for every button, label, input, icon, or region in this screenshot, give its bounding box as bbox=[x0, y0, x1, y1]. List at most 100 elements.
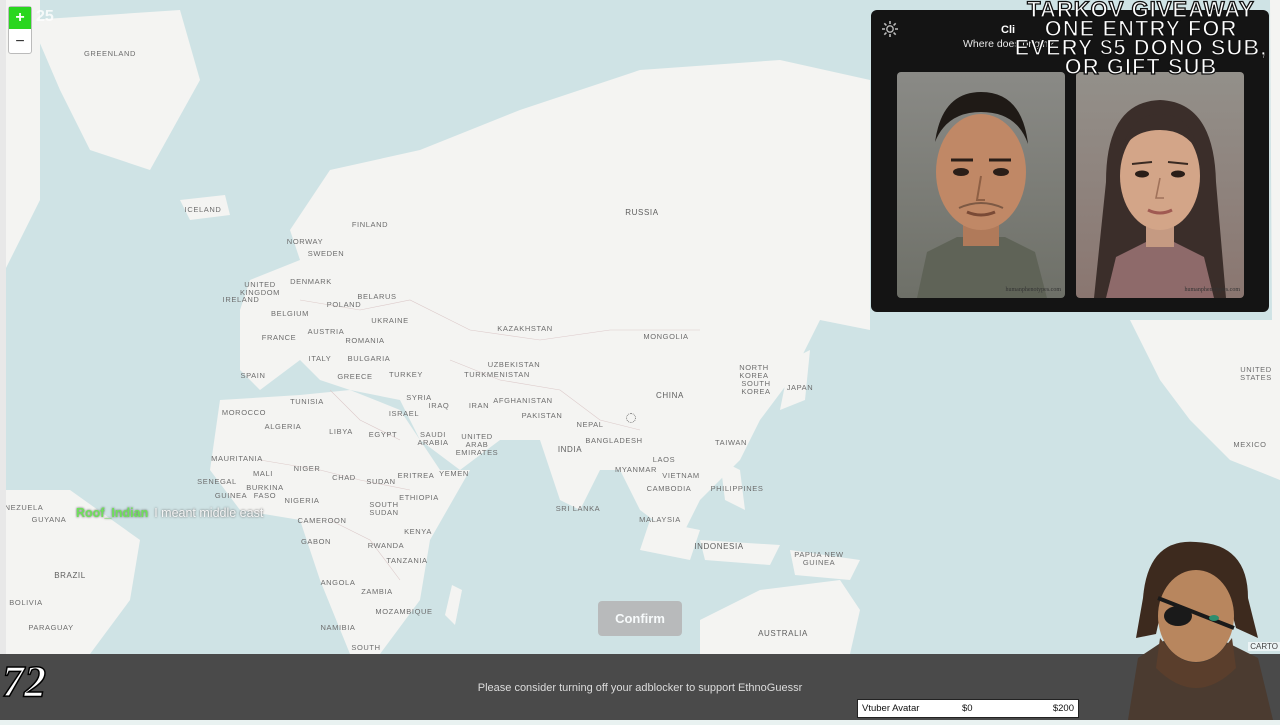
map-label: SPAIN bbox=[240, 371, 266, 380]
map-label: BELARUS bbox=[357, 292, 397, 301]
map-label: GUINEA bbox=[214, 491, 248, 500]
zoom-control: + − bbox=[8, 6, 32, 54]
map-label: AUSTRALIA bbox=[758, 629, 808, 638]
map-label: SOUTH SUDAN bbox=[369, 500, 399, 517]
map-label: SWEDEN bbox=[307, 249, 345, 258]
gear-icon[interactable] bbox=[881, 20, 899, 38]
map-label: MONGOLIA bbox=[643, 332, 689, 341]
map-label: CHINA bbox=[656, 391, 684, 400]
map-label: MALAYSIA bbox=[639, 515, 681, 524]
map-label: FRANCE bbox=[261, 333, 297, 342]
female-face-image: humanphenotypes.com bbox=[1076, 72, 1244, 298]
map-label: NORWAY bbox=[286, 237, 324, 246]
map-label: TUNISIA bbox=[290, 397, 324, 406]
chat-overlay: Roof_Indian I meant middle east bbox=[76, 506, 263, 520]
map-label: MEXICO bbox=[1233, 440, 1267, 449]
map-label: CAMEROON bbox=[297, 516, 347, 525]
goal-target: $200 bbox=[1052, 703, 1074, 714]
cursor-icon bbox=[626, 413, 636, 423]
map-label: BULGARIA bbox=[347, 354, 391, 363]
map-label: VIETNAM bbox=[662, 471, 700, 480]
map-label: ETHIOPIA bbox=[399, 493, 439, 502]
map-label: DENMARK bbox=[290, 277, 332, 286]
map-label: FINLAND bbox=[351, 220, 389, 229]
map-label: ROMANIA bbox=[345, 336, 385, 345]
map-label: BURKINA FASO bbox=[246, 483, 284, 500]
streamer-avatar bbox=[1108, 538, 1280, 720]
map-label: LAOS bbox=[652, 455, 676, 464]
map-label: EGYPT bbox=[368, 430, 398, 439]
map-label: UNITED ARAB EMIRATES bbox=[455, 432, 499, 457]
confirm-button[interactable]: Confirm bbox=[598, 601, 682, 636]
map-label: TANZANIA bbox=[386, 556, 428, 565]
adblock-notice: Please consider turning off your adblock… bbox=[477, 682, 803, 694]
map-label: RWANDA bbox=[367, 541, 405, 550]
zoom-overlay-text: 25 bbox=[36, 8, 54, 25]
map-label: PAPUA NEW GUINEA bbox=[794, 550, 844, 567]
map-label: PARAGUAY bbox=[28, 623, 74, 632]
map-label: CHAD bbox=[332, 473, 356, 482]
map-label: SAUDI ARABIA bbox=[417, 430, 449, 447]
map-label: GUYANA bbox=[31, 515, 67, 524]
map-label: GABON bbox=[300, 537, 332, 546]
map-label: PHILIPPINES bbox=[710, 484, 764, 493]
map-label: GREECE bbox=[337, 372, 373, 381]
donation-goal-bar: Vtuber Avatar $0 $200 bbox=[857, 699, 1079, 718]
zoom-in-button[interactable]: + bbox=[9, 7, 31, 29]
map-label: BOLIVIA bbox=[9, 598, 43, 607]
map-label: IRELAND bbox=[222, 295, 260, 304]
map-label: JAPAN bbox=[786, 383, 814, 392]
map-label: ERITREA bbox=[397, 471, 435, 480]
map-label: SOUTH bbox=[351, 643, 381, 652]
map-label: MOZAMBIQUE bbox=[375, 607, 433, 616]
map-label: BANGLADESH bbox=[585, 436, 643, 445]
map-label: TURKMENISTAN bbox=[464, 370, 530, 379]
map-label: BELGIUM bbox=[271, 309, 309, 318]
zoom-out-button[interactable]: − bbox=[9, 31, 31, 53]
map-label: PAKISTAN bbox=[521, 411, 563, 420]
map-label: YEMEN bbox=[439, 469, 469, 478]
map-label: ISRAEL bbox=[388, 409, 420, 418]
goal-current: $0 bbox=[962, 703, 973, 714]
chat-message: I meant middle east bbox=[154, 506, 264, 520]
map-label: POLAND bbox=[326, 300, 362, 309]
map-label: KAZAKHSTAN bbox=[497, 324, 553, 333]
male-face-image: humanphenotypes.com bbox=[897, 72, 1065, 298]
map-label: NORTH KOREA bbox=[739, 363, 769, 380]
map-label: ALGERIA bbox=[264, 422, 302, 431]
map-label: CAMBODIA bbox=[646, 484, 692, 493]
goal-label: Vtuber Avatar bbox=[862, 703, 920, 714]
map-label: LIBYA bbox=[329, 427, 353, 436]
map-label: SRI LANKA bbox=[555, 504, 601, 513]
chat-username: Roof_Indian bbox=[76, 506, 149, 520]
left-edge-strip bbox=[0, 0, 6, 654]
map-label: GREENLAND bbox=[83, 49, 137, 58]
map-label: ITALY bbox=[308, 354, 332, 363]
giveaway-overlay: TARKOV GIVEAWAY ONE ENTRY FOR EVERY $5 D… bbox=[1014, 0, 1268, 79]
map-label: SUDAN bbox=[366, 477, 396, 486]
map-label: NAMIBIA bbox=[320, 623, 356, 632]
map-label: IRAN bbox=[468, 401, 490, 410]
map-label: INDONESIA bbox=[694, 542, 744, 551]
map-label: ICELAND bbox=[184, 205, 222, 214]
male-watermark: humanphenotypes.com bbox=[1005, 287, 1062, 293]
map-label: NEZUELA bbox=[4, 503, 44, 512]
map-label: TURKEY bbox=[388, 370, 424, 379]
map-label: INDIA bbox=[557, 445, 583, 454]
map-label: SOUTH KOREA bbox=[741, 379, 771, 396]
map-label: UNITED STATES bbox=[1240, 365, 1272, 382]
female-watermark: humanphenotypes.com bbox=[1184, 287, 1241, 293]
map-label: MAURITANIA bbox=[211, 454, 263, 463]
map-label: IRAQ bbox=[428, 401, 450, 410]
map-label: SENEGAL bbox=[197, 477, 237, 486]
map-label: KENYA bbox=[404, 527, 432, 536]
map-label: MYANMAR bbox=[615, 465, 657, 474]
bottom-bar: 72 Please consider turning off your adbl… bbox=[0, 654, 1280, 720]
map-label: AUSTRIA bbox=[307, 327, 345, 336]
map-label: ANGOLA bbox=[320, 578, 356, 587]
map-label: NIGERIA bbox=[284, 496, 320, 505]
map-label: MALI bbox=[253, 469, 273, 478]
map-label: MOROCCO bbox=[221, 408, 267, 417]
map-label: NIGER bbox=[293, 464, 321, 473]
map-label: RUSSIA bbox=[625, 208, 659, 217]
